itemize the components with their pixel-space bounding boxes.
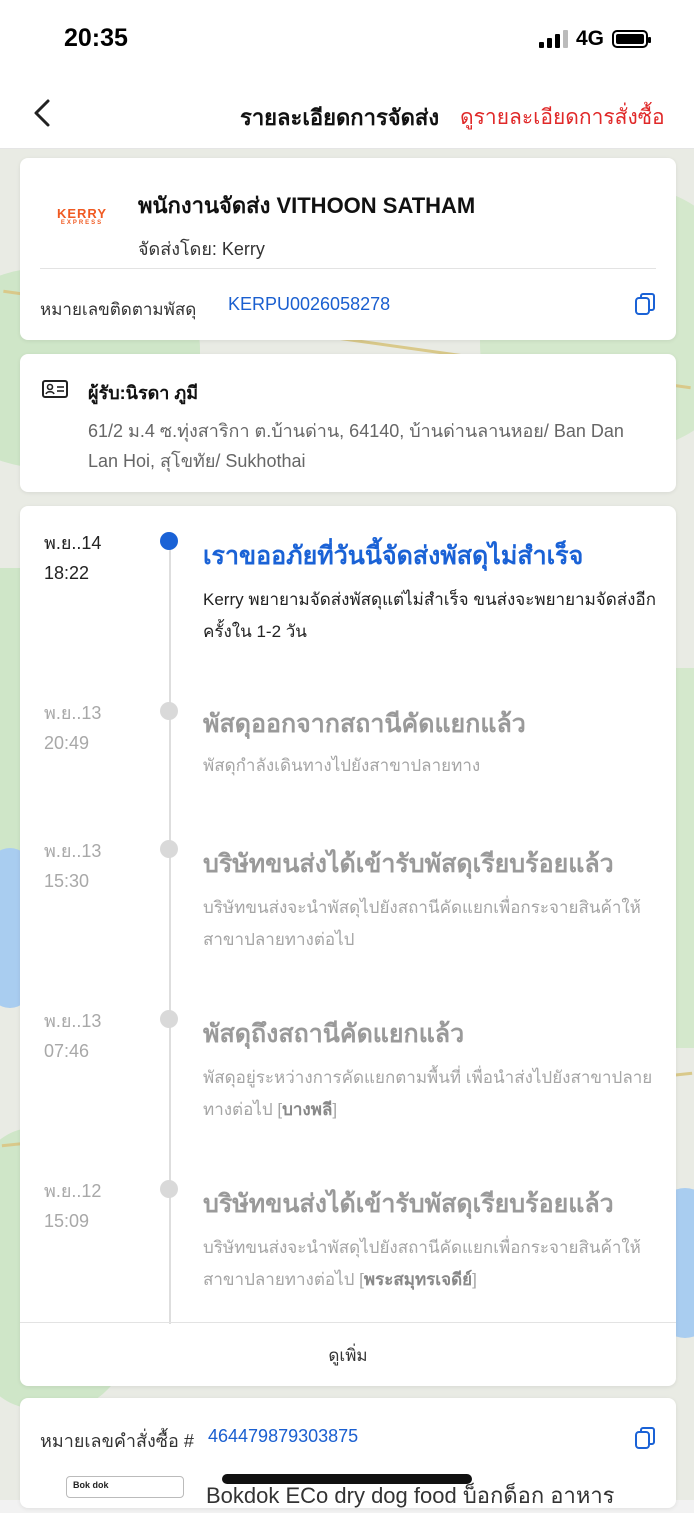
event-title: พัสดุออกจากสถานีคัดแยกแล้ว [203,710,526,738]
event-time: 20:49 [44,733,90,753]
recipient-address: 61/2 ม.4 ซ.ทุ่งสาริกา ต.บ้านด่าน, 64140,… [88,421,624,471]
event-date: พ.ย..13 [44,841,102,861]
event-datetime: พ.ย..12 15:09 [44,1176,101,1236]
order-card: หมายเลขคำสั่งซื้อ # 464479879303875 Bok … [20,1398,676,1508]
kerry-logo-text: KERRY [56,206,108,221]
event-time: 15:09 [44,1211,90,1231]
event-date: พ.ย..12 [44,1181,102,1201]
status-indicators: 4G [538,27,651,51]
event-description: Kerry พยายามจัดส่งพัสดุแต่ไม่สำเร็จ ขนส่… [203,590,656,641]
product-thumbnail[interactable]: Bok dok [66,1476,184,1498]
order-number-label: หมายเลขคำสั่งซื้อ # [40,1431,194,1451]
id-card-icon [42,380,68,398]
event-description: บริษัทขนส่งจะนำพัสดุไปยังสถานีคัดแยกเพื่… [203,898,641,949]
event-time: 07:46 [44,1041,90,1061]
event-title: พัสดุถึงสถานีคัดแยกแล้ว [203,1020,465,1048]
divider [40,268,656,269]
event-time: 15:30 [44,871,90,891]
status-time: 20:35 [64,24,128,52]
see-more-button[interactable]: ดูเพิ่ม [20,1342,676,1369]
event-date: พ.ย..14 [44,533,102,553]
kerry-logo: KERRY EXPRESS [50,206,114,226]
copy-icon[interactable] [634,292,656,316]
redaction-bar [222,1474,472,1484]
timeline-line [169,542,171,1324]
signal-icon [538,30,568,48]
event-description: พัสดุอยู่ระหว่างการคัดแยกตามพื้นที่ เพื่… [203,1068,653,1119]
battery-icon [612,30,651,48]
timeline-dot [160,1010,178,1028]
event-datetime: พ.ย..13 20:49 [44,698,101,758]
nav-bar: รายละเอียดการจัดส่ง ดูรายละเอียดการสั่งซ… [0,80,694,149]
view-order-details-link[interactable]: ดูรายละเอียดการสั่งซื้อ [460,101,665,134]
delivered-by: จัดส่งโดย: Kerry [138,239,265,259]
divider [20,1322,676,1323]
timeline-dot [160,840,178,858]
network-type: 4G [575,27,604,50]
event-location: บางพลี [282,1100,333,1119]
event-description-text: พัสดุอยู่ระหว่างการคัดแยกตามพื้นที่ เพื่… [203,1068,653,1119]
event-title: เราขออภัยที่วันนี้จัดส่งพัสดุไม่สำเร็จ [203,542,584,570]
timeline-dot [160,532,178,550]
event-title: บริษัทขนส่งได้เข้ารับพัสดุเรียบร้อยแล้ว [203,850,614,878]
event-location: พระสมุทรเจดีย์ [363,1270,473,1289]
copy-icon[interactable] [634,1426,656,1450]
timeline-dot [160,1180,178,1198]
courier-name: พนักงานจัดส่ง VITHOON SATHAM [138,193,476,218]
event-datetime: พ.ย..13 15:30 [44,836,101,896]
courier-card: KERRY EXPRESS พนักงานจัดส่ง VITHOON SATH… [20,158,676,340]
event-description: พัสดุกำลังเดินทางไปยังสาขาปลายทาง [203,756,481,775]
back-arrow-icon[interactable] [30,98,58,128]
recipient-name: ผู้รับ:นิรดา ภูมี [88,383,199,403]
tracking-label: หมายเลขติดตามพัสดุ [40,300,197,319]
recipient-card: ผู้รับ:นิรดา ภูมี 61/2 ม.4 ซ.ทุ่งสาริกา … [20,354,676,492]
status-bar: 20:35 4G [0,0,694,80]
event-description: บริษัทขนส่งจะนำพัสดุไปยังสถานีคัดแยกเพื่… [203,1238,641,1289]
event-date: พ.ย..13 [44,703,102,723]
event-datetime: พ.ย..14 18:22 [44,528,101,588]
page-title: รายละเอียดการจัดส่ง [240,105,440,130]
tracking-number[interactable]: KERPU0026058278 [228,294,390,315]
event-date: พ.ย..13 [44,1011,102,1031]
timeline-dot [160,702,178,720]
order-number[interactable]: 464479879303875 [208,1426,358,1447]
event-datetime: พ.ย..13 07:46 [44,1006,101,1066]
event-title: บริษัทขนส่งได้เข้ารับพัสดุเรียบร้อยแล้ว [203,1190,614,1218]
tracking-timeline: พ.ย..14 18:22 เราขออภัยที่วันนี้จัดส่งพั… [20,506,676,1386]
event-time: 18:22 [44,563,90,583]
